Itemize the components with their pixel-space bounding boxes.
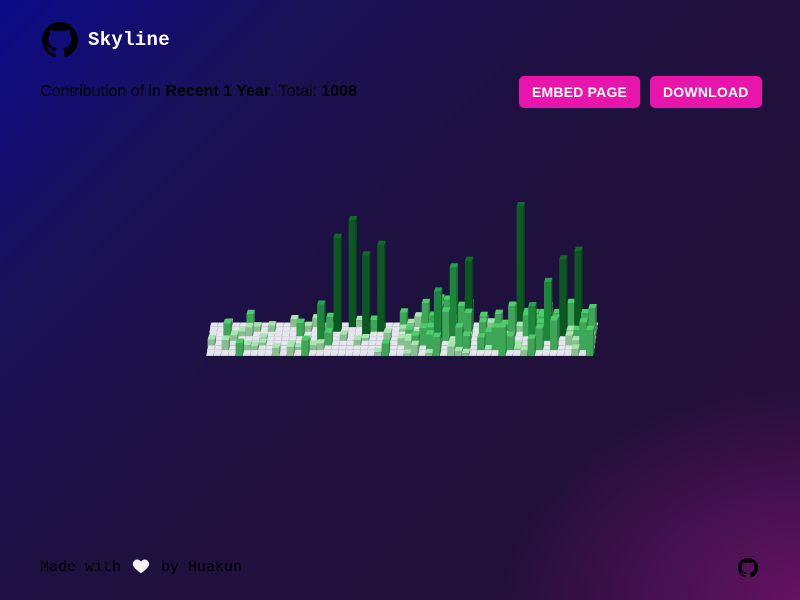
heart-icon [132, 559, 150, 574]
skyline-bar [250, 350, 259, 356]
skyline-bar [228, 350, 237, 356]
skyline-bar [301, 335, 310, 356]
skyline-bar [516, 202, 525, 329]
skyline-bar [315, 350, 325, 356]
skyline-bar [345, 350, 354, 356]
skyline-bar [362, 251, 371, 338]
skyline-bar [370, 315, 379, 333]
skyline-bar [447, 341, 456, 356]
skyline-bar [506, 331, 515, 352]
github-icon[interactable] [738, 558, 758, 578]
skyline-bar [304, 321, 313, 333]
skyline-bar [477, 333, 486, 352]
skyline-bar [542, 350, 551, 356]
skyline-bar [527, 334, 536, 356]
skyline-bar [461, 348, 471, 356]
skyline-bar [505, 350, 515, 356]
skyline-bar [440, 350, 449, 356]
skyline-bar [250, 341, 260, 352]
skyline-bar [294, 350, 303, 356]
skyline-bar [352, 350, 361, 356]
skyline-bar [586, 325, 595, 356]
skyline-bar [206, 350, 215, 356]
skyline-bar [367, 350, 376, 356]
skyline-bar [559, 255, 568, 338]
skyline-bar [316, 339, 325, 352]
skyline-bar [462, 331, 471, 352]
skyline-bar [213, 350, 223, 356]
skyline-bar [418, 350, 427, 356]
skyline-bar [520, 345, 529, 356]
skyline-bar [296, 318, 305, 338]
skyline-bar [257, 350, 266, 356]
skyline-bar [348, 216, 358, 329]
skyline-bar [403, 349, 412, 356]
skyline-bar [339, 330, 348, 343]
skyline-bar [535, 323, 544, 352]
footer-credit: Made with by Huakun [40, 558, 242, 576]
skyline-bar [556, 350, 566, 356]
skyline-bar [221, 350, 230, 356]
skyline-bar [410, 340, 420, 356]
skyline-bar [207, 334, 216, 347]
skyline-bar [308, 350, 317, 356]
skyline-bar [396, 350, 405, 356]
skyline-bar [324, 327, 333, 347]
skyline-bar [235, 338, 244, 356]
skyline-bar [253, 322, 262, 333]
skyline-3d-view[interactable] [0, 0, 800, 600]
skyline-bar [550, 316, 559, 352]
skyline-bar [441, 307, 451, 343]
skyline-bar [330, 350, 339, 356]
skyline-bar [242, 350, 252, 356]
skyline-bar [483, 350, 493, 356]
skyline-bar [432, 332, 442, 356]
skyline-bar [549, 350, 558, 356]
skyline-bar [476, 350, 485, 356]
skyline-bar [454, 346, 463, 356]
footer-author: by Huakun [161, 559, 243, 576]
skyline-bar [286, 342, 296, 356]
skyline-bar [381, 339, 390, 356]
skyline-bar [243, 340, 252, 352]
skyline-bar [359, 350, 369, 356]
skyline-bar [337, 350, 347, 356]
footer-made-with: Made with [40, 559, 122, 576]
skyline-bar [245, 322, 254, 338]
skyline-bar [238, 326, 247, 338]
skyline-bar [564, 350, 573, 356]
skyline-bar [272, 343, 281, 356]
skyline-bar [279, 350, 288, 356]
skyline-bar [513, 350, 522, 356]
skyline-bar [309, 340, 318, 352]
skyline-bar [374, 347, 383, 356]
skyline-bar [571, 344, 580, 356]
skyline-bar [498, 323, 507, 356]
skyline-bar [377, 240, 386, 333]
skyline-bar [388, 350, 398, 356]
skyline-bar [264, 350, 274, 356]
skyline-bar [333, 233, 342, 333]
skyline-bar [469, 350, 478, 356]
skyline-bar [353, 335, 362, 347]
skyline-bar [534, 350, 544, 356]
skyline-bar [578, 350, 588, 356]
skyline-bar [221, 335, 230, 352]
skyline-bar [425, 348, 434, 356]
skyline-bar [323, 350, 332, 356]
skyline-bar [267, 321, 277, 333]
skyline-bar [491, 350, 500, 356]
